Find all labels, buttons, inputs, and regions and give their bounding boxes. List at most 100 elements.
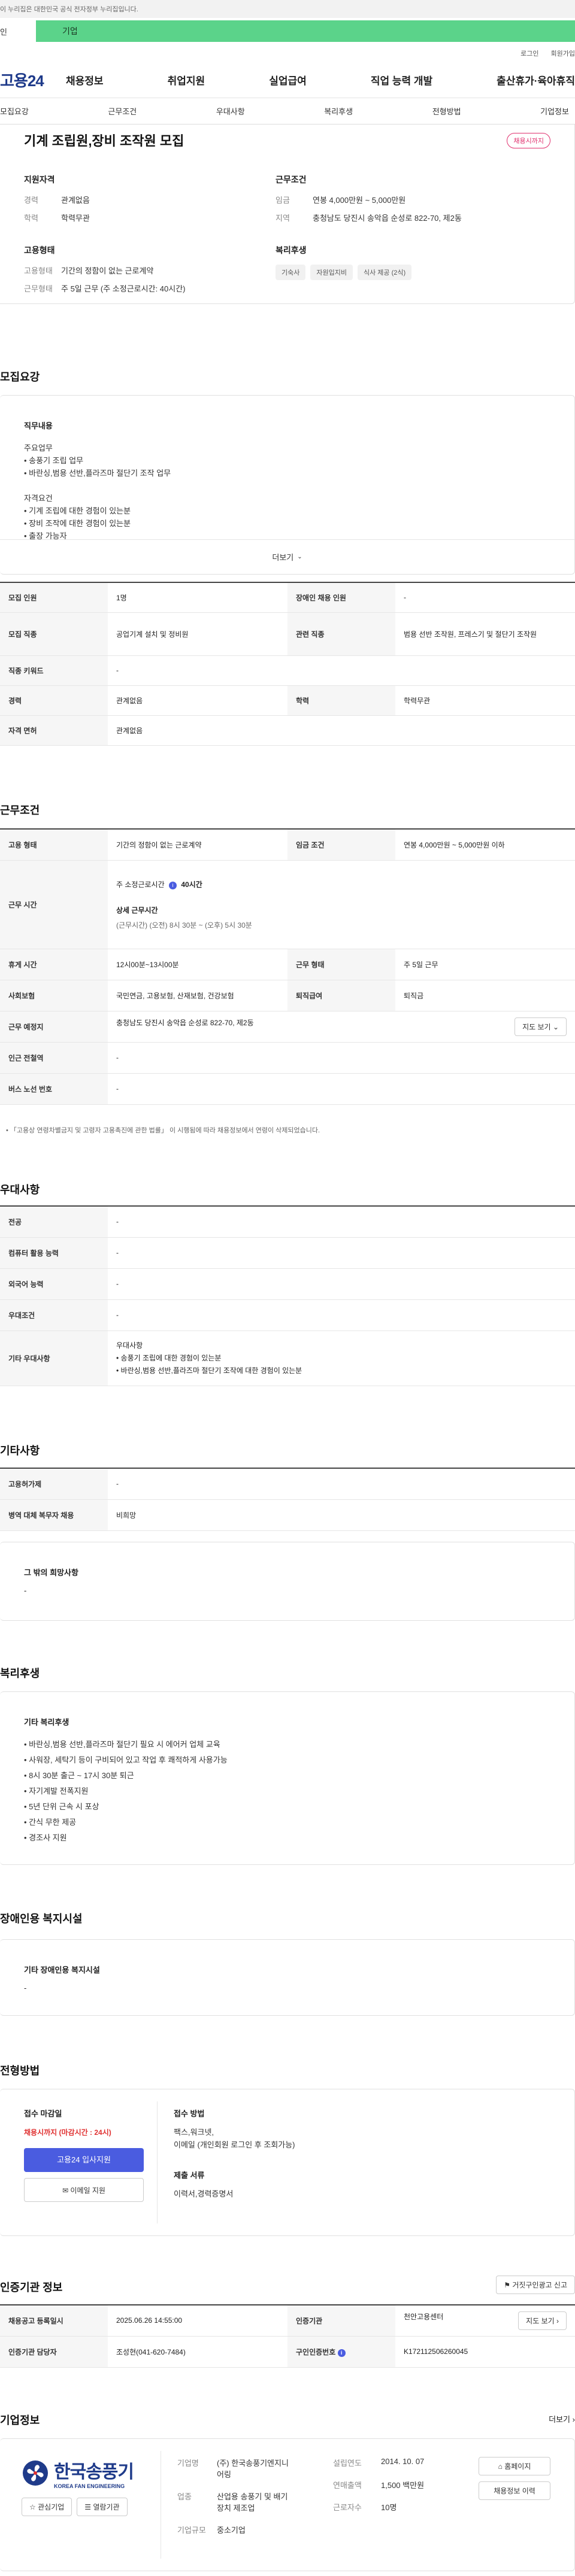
duty-title: 직무내용 (24, 421, 53, 430)
hope-title: 그 밖의 희망사항 (24, 1568, 78, 1577)
table-cell: - (108, 1073, 575, 1105)
table-header: 경력 (0, 685, 108, 716)
disabled-box: 기타 장애인용 복지시설 - (0, 1939, 575, 2016)
company-logo-en: KOREA FAN ENGINEERING (54, 2483, 125, 2489)
certify-map-button[interactable]: 지도 보기 › (518, 2311, 567, 2330)
more-button-label: 더보기 (272, 553, 294, 562)
logo[interactable]: 고용24 (0, 69, 66, 91)
table-header: 학력 (288, 685, 395, 716)
table-header: 우대조건 (0, 1299, 108, 1331)
table-header: 근무 시간 (0, 860, 108, 949)
welfare-line: • 간식 무한 제공 (24, 1818, 77, 1827)
table-header: 인근 전철역 (0, 1042, 108, 1074)
table-cell: 조성현(041-620-7484) (108, 2336, 288, 2368)
work-time-cell: 주 소정근로시간 i 40시간 상세 근무시간 (근무시간) (오전) 8시 3… (108, 860, 575, 949)
info-value: 연봉 4,000만원 ~ 5,000만원 (313, 196, 406, 205)
table-header: 구인인증번호 i (288, 2336, 395, 2368)
deadline-block: 접수 마감일 채용시까지 (마감시간 : 24시) 고용24 입사지원 ✉ 이메… (24, 2107, 144, 2202)
email-apply-label: 이메일 지원 (70, 2186, 105, 2195)
jobs-history-button[interactable]: 채용정보 이력 (479, 2481, 550, 2500)
fan-logo-icon (23, 2460, 48, 2486)
work-table: 고용 형태 기간의 정함이 없는 근로계약 임금 조건 연봉 4,000만원 ~… (0, 828, 575, 1105)
gnb-item-unemployment-benefit[interactable]: 실업급여 (269, 72, 307, 87)
gov-strip-left-label: 인 (0, 27, 7, 37)
subnav-item-company[interactable]: 기업정보 (540, 105, 569, 117)
chevron-right-icon: › (556, 2316, 559, 2325)
company-field-value: 산업용 송풍기 및 배기장치 제조업 (217, 2492, 288, 2513)
info-icon[interactable]: i (337, 2349, 346, 2357)
info-value: 기간의 정함이 없는 근로계약 (61, 266, 154, 275)
weekly-hours-label: 주 소정근로시간 (116, 880, 165, 889)
join-link[interactable]: 회원가입 (551, 48, 575, 58)
subnav-item-welfare[interactable]: 복리후생 (324, 105, 353, 117)
age-note-text: 「고용상 연령차별금지 및 고령자 고용촉진에 관한 법률」 이 시행됨에 따라… (10, 1127, 320, 1134)
location-cell: 충청남도 당진시 송악읍 순성로 822-70, 제2동 지도 보기 ⌄ (108, 1011, 575, 1043)
table-header: 컴퓨터 활용 능력 (0, 1237, 108, 1269)
report-icon: ⚑ (504, 2281, 510, 2289)
location-value: 충청남도 당진시 송악읍 순성로 822-70, 제2동 (116, 1018, 254, 1027)
recruit-table: 모집 인원 1명 장애인 채용 인원 - 모집 직종 공업기계 설치 및 정비원… (0, 582, 575, 746)
welfare-line: • 8시 30분 출근 ~ 17시 30분 퇴근 (24, 1771, 134, 1780)
homepage-button[interactable]: ⌂ 홈페이지 (479, 2457, 550, 2475)
table-cell: 관계없음 (108, 685, 288, 716)
gov-strip-green[interactable]: 기업 (36, 20, 575, 42)
chevron-right-icon: › (572, 2415, 575, 2424)
company-more-link[interactable]: 더보기 › (549, 2413, 575, 2425)
welfare-box: 기타 복리후생 • 바란싱,범용 선반,플라즈마 절단기 필요 시 에어커 업체… (0, 1691, 575, 1865)
chevron-down-icon: ⌄ (552, 1022, 559, 1031)
cert-number-label: 구인인증번호 (296, 2347, 336, 2356)
prefer-line: • 송풍기 조립에 대한 경험이 있는분 (116, 1353, 222, 1362)
work-heading: 근무조건 (0, 804, 40, 816)
table-header: 인증기관 담당자 (0, 2336, 108, 2368)
certify-agency-value: 천안고용센터 (404, 2312, 444, 2321)
list-button[interactable]: ☰ 열람기관 (77, 2498, 128, 2516)
gnb-item-maternity[interactable]: 출산휴가·육아휴직 (497, 72, 575, 87)
certify-map-label: 지도 보기 (526, 2316, 555, 2325)
table-header: 채용공고 등록일시 (0, 2304, 108, 2337)
more-button[interactable]: 더보기 ⌄ (0, 539, 574, 574)
table-cell: 범용 선반 조작원, 프레스기 및 절단기 조작원 (395, 612, 575, 656)
hope-box: 그 밖의 희망사항 - (0, 1542, 575, 1621)
table-header: 버스 노선 번호 (0, 1073, 108, 1105)
subnav-item-prefer[interactable]: 우대사항 (216, 105, 245, 117)
info-key: 고용형태 (24, 266, 53, 275)
table-header: 사회보험 (0, 980, 108, 1011)
gnb-item-jobs[interactable]: 채용정보 (66, 72, 104, 87)
gnb-menu: 채용정보 취업지원 실업급여 직업 능력 개발 출산휴가·육아휴직 (66, 72, 575, 87)
gnb-item-skills[interactable]: 직업 능력 개발 (371, 72, 432, 87)
info-icon[interactable]: i (168, 881, 177, 889)
subnav-item-selection[interactable]: 전형방법 (432, 105, 461, 117)
map-button[interactable]: 지도 보기 ⌄ (515, 1017, 567, 1036)
gnb-item-employment-support[interactable]: 취업지원 (168, 72, 205, 87)
subnav-item-recruit[interactable]: 모집요강 (0, 105, 29, 117)
table-header: 병역 대체 복무자 채용 (0, 1499, 108, 1531)
table-cell: 기간의 정함이 없는 근로계약 (108, 828, 288, 861)
duty-line: • 바란싱,범용 선반,플라즈마 절단기 조작 업무 (24, 469, 171, 478)
company-field-key: 설립연도 (333, 2459, 362, 2468)
company-card: 한국송풍기 KOREA FAN ENGINEERING ☆ 관심기업 ☰ 열람기… (0, 2438, 575, 2571)
table-cell: - (395, 582, 575, 613)
welfare-summary-block: 복리후생 기숙사 자원입지비 식사 제공 (2식) (276, 244, 527, 300)
table-header: 고용 형태 (0, 828, 108, 861)
table-header: 전공 (0, 1205, 108, 1238)
chevron-down-icon: ⌄ (297, 554, 302, 560)
duty-line (24, 479, 550, 492)
report-button[interactable]: ⚑ 거짓구인광고 신고 (496, 2276, 575, 2294)
subnav-item-work[interactable]: 근무조건 (108, 105, 137, 117)
welfare-box-title: 기타 복리후생 (24, 1718, 69, 1727)
recruit-heading: 모집요강 (0, 371, 40, 383)
table-cell: - (108, 1237, 575, 1269)
table-header: 근무 예정지 (0, 1011, 108, 1043)
email-apply-button[interactable]: ✉ 이메일 지원 (24, 2178, 144, 2202)
table-cell: 공업기계 설치 및 정비원 (108, 612, 288, 656)
certify-agency-cell: 천안고용센터 지도 보기 › (395, 2304, 575, 2337)
prefer-heading: 우대사항 (0, 1184, 40, 1196)
detail-hours-title: 상세 근무시간 (116, 906, 158, 915)
table-cell: - (108, 655, 575, 686)
interest-button[interactable]: ☆ 관심기업 (22, 2498, 72, 2516)
welfare-line: • 자기계발 전폭지원 (24, 1787, 89, 1796)
login-link[interactable]: 로그인 (520, 48, 538, 58)
age-note: • 「고용상 연령차별금지 및 고령자 고용촉진에 관한 법률」 이 시행됨에 … (6, 1127, 320, 1134)
method-line: 이메일 (개인회원 로그인 후 조회가능) (174, 2140, 295, 2149)
apply-button[interactable]: 고용24 입사지원 (24, 2148, 144, 2172)
